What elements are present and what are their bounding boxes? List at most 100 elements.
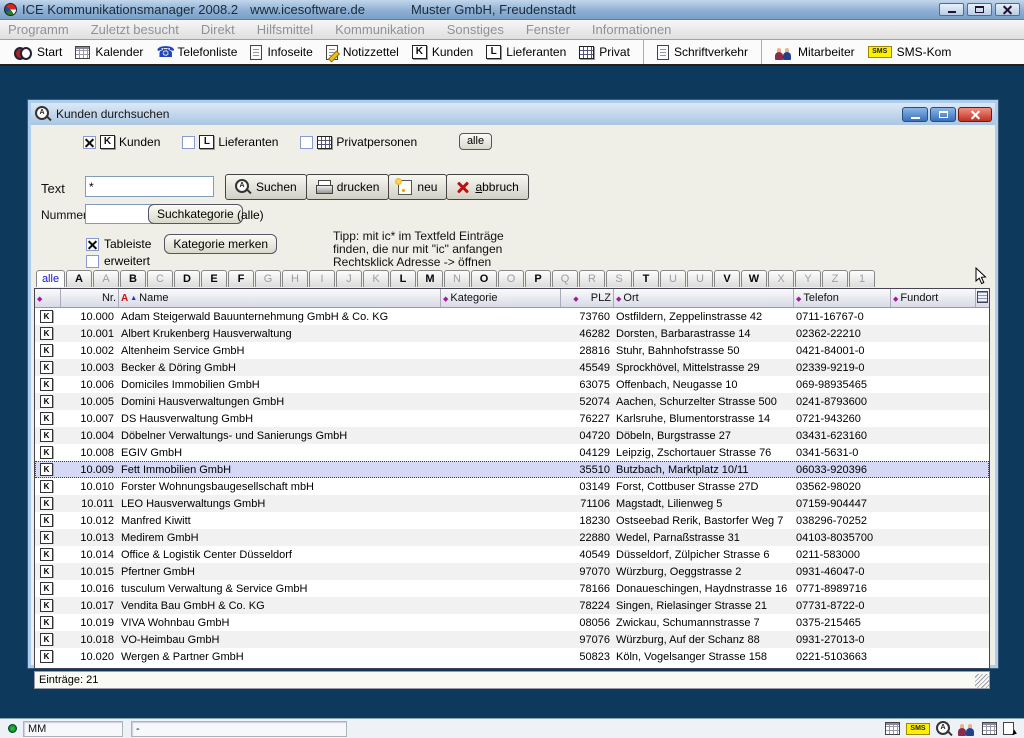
table-row[interactable]: 10.005 Domini Hausverwaltungen GmbH 5207…: [35, 393, 989, 410]
header-type[interactable]: [35, 289, 61, 307]
toolbar-item[interactable]: Privat: [579, 40, 630, 64]
alpha-tab[interactable]: E: [201, 270, 227, 287]
header-plz[interactable]: PLZ: [561, 289, 614, 307]
text-search-input[interactable]: [85, 176, 214, 197]
toolbar-item[interactable]: Start: [14, 40, 62, 64]
alpha-tab[interactable]: D: [174, 270, 200, 287]
alpha-tab[interactable]: U: [687, 270, 713, 287]
statusbar-icon[interactable]: [958, 721, 976, 736]
menu-item[interactable]: Programm: [8, 22, 69, 37]
table-row[interactable]: 10.001 Albert Krukenberg Hausverwaltung …: [35, 325, 989, 342]
menu-item[interactable]: Zuletzt besucht: [91, 22, 179, 37]
table-row[interactable]: 10.016 tusculum Verwaltung & Service Gmb…: [35, 580, 989, 597]
header-fundort[interactable]: Fundort: [891, 289, 976, 307]
menu-item[interactable]: Direkt: [201, 22, 235, 37]
table-row[interactable]: 10.013 Medirem GmbH 22880 Wedel, Parnaßs…: [35, 529, 989, 546]
alpha-tab[interactable]: 1: [849, 270, 875, 287]
alpha-tab[interactable]: Y: [795, 270, 821, 287]
alpha-tab[interactable]: Q: [552, 270, 578, 287]
table-row[interactable]: 10.018 VO-Heimbau GmbH 97076 Würzburg, A…: [35, 631, 989, 648]
dialog-minimize-button[interactable]: [902, 107, 928, 122]
alpha-tab[interactable]: S: [606, 270, 632, 287]
table-row[interactable]: 10.000 Adam Steigerwald Bauunternehmung …: [35, 308, 989, 325]
alpha-tab[interactable]: K: [363, 270, 389, 287]
suchkategorie-button[interactable]: Suchkategorie: [148, 204, 243, 224]
table-row[interactable]: 10.017 Vendita Bau GmbH & Co. KG 78224 S…: [35, 597, 989, 614]
search-strip-button[interactable]: abbruch: [446, 174, 528, 200]
menu-item[interactable]: Sonstiges: [447, 22, 504, 37]
table-row[interactable]: 10.007 DS Hausverwaltung GmbH 76227 Karl…: [35, 410, 989, 427]
table-row[interactable]: 10.004 Döbelner Verwaltungs- und Sanieru…: [35, 427, 989, 444]
toolbar-item[interactable]: Mitarbeiter: [761, 40, 855, 64]
tableiste-checkbox[interactable]: [86, 238, 99, 251]
table-row[interactable]: 10.012 Manfred Kiwitt 18230 Ostseebad Re…: [35, 512, 989, 529]
table-row[interactable]: 10.019 VIVA Wohnbau GmbH 08056 Zwickau, …: [35, 614, 989, 631]
alpha-tab[interactable]: X: [768, 270, 794, 287]
alpha-tab[interactable]: O: [471, 270, 497, 287]
dialog-close-button[interactable]: [958, 107, 992, 122]
table-row[interactable]: 10.003 Becker & Döring GmbH 45549 Sprock…: [35, 359, 989, 376]
privatpersonen-checkbox[interactable]: [300, 136, 313, 149]
minimize-button[interactable]: [939, 3, 964, 16]
alpha-tab[interactable]: alle: [36, 270, 65, 287]
alpha-tab[interactable]: O: [498, 270, 524, 287]
kunden-checkbox[interactable]: [83, 136, 96, 149]
restore-button[interactable]: [967, 3, 992, 16]
header-nr[interactable]: Nr.: [61, 289, 119, 307]
toolbar-item[interactable]: Lieferanten: [486, 40, 566, 64]
column-picker-icon[interactable]: [977, 291, 988, 303]
header-ort[interactable]: Ort: [614, 289, 794, 307]
kategorie-merken-button[interactable]: Kategorie merken: [164, 234, 277, 254]
toolbar-item[interactable]: Notizzettel: [326, 40, 399, 64]
header-telefon[interactable]: Telefon: [794, 289, 891, 307]
alpha-tab[interactable]: W: [741, 270, 767, 287]
toolbar-item[interactable]: Infoseite: [250, 40, 312, 64]
alpha-tab[interactable]: M: [417, 270, 443, 287]
search-strip-button[interactable]: drucken: [306, 174, 390, 200]
alpha-tab[interactable]: C: [147, 270, 173, 287]
header-name[interactable]: Name: [119, 289, 441, 307]
statusbar-icon[interactable]: [982, 722, 997, 735]
resize-grip[interactable]: [975, 674, 989, 688]
alpha-tab[interactable]: F: [228, 270, 254, 287]
erweitert-checkbox[interactable]: [86, 255, 99, 268]
alpha-tab[interactable]: Z: [822, 270, 848, 287]
dialog-maximize-button[interactable]: [930, 107, 956, 122]
alpha-tab[interactable]: G: [255, 270, 281, 287]
toolbar-item[interactable]: Kunden: [412, 40, 473, 64]
alle-button[interactable]: alle: [459, 133, 492, 150]
table-row[interactable]: 10.006 Domiciles Immobilien GmbH 63075 O…: [35, 376, 989, 393]
alpha-tab[interactable]: U: [660, 270, 686, 287]
header-kategorie[interactable]: Kategorie: [441, 289, 561, 307]
statusbar-icon[interactable]: [906, 723, 930, 735]
alpha-tab[interactable]: V: [714, 270, 740, 287]
search-strip-button[interactable]: neu: [388, 174, 447, 200]
menu-item[interactable]: Kommunikation: [335, 22, 425, 37]
alpha-tab[interactable]: B: [120, 270, 146, 287]
alpha-tab[interactable]: L: [390, 270, 416, 287]
table-row[interactable]: 10.010 Forster Wohnungsbaugesellschaft m…: [35, 478, 989, 495]
statusbar-icon[interactable]: [885, 722, 900, 735]
alpha-tab[interactable]: J: [336, 270, 362, 287]
table-row[interactable]: 10.009 Fett Immobilien GmbH 35510 Butzba…: [35, 461, 989, 478]
table-row[interactable]: 10.014 Office & Logistik Center Düsseldo…: [35, 546, 989, 563]
menu-item[interactable]: Fenster: [526, 22, 570, 37]
table-row[interactable]: 10.002 Altenheim Service GmbH 28816 Stuh…: [35, 342, 989, 359]
menu-item[interactable]: Informationen: [592, 22, 672, 37]
alpha-tab[interactable]: N: [444, 270, 470, 287]
table-row[interactable]: 10.015 Pfertner GmbH 97070 Würzburg, Oeg…: [35, 563, 989, 580]
alpha-tab[interactable]: A: [66, 270, 92, 287]
alpha-tab[interactable]: A: [93, 270, 119, 287]
alpha-tab[interactable]: P: [525, 270, 551, 287]
menu-item[interactable]: Hilfsmittel: [257, 22, 313, 37]
table-row[interactable]: 10.020 Wergen & Partner GmbH 50823 Köln,…: [35, 648, 989, 665]
toolbar-item[interactable]: Telefonliste: [156, 40, 237, 64]
alpha-tab[interactable]: R: [579, 270, 605, 287]
search-strip-button[interactable]: Suchen: [225, 174, 307, 200]
toolbar-item[interactable]: SMS-Kom: [868, 40, 952, 64]
alpha-tab[interactable]: T: [633, 270, 659, 287]
alpha-tab[interactable]: H: [282, 270, 308, 287]
table-row[interactable]: 10.011 LEO Hausverwaltungs GmbH 71106 Ma…: [35, 495, 989, 512]
alpha-tab[interactable]: I: [309, 270, 335, 287]
close-button[interactable]: [995, 3, 1020, 16]
